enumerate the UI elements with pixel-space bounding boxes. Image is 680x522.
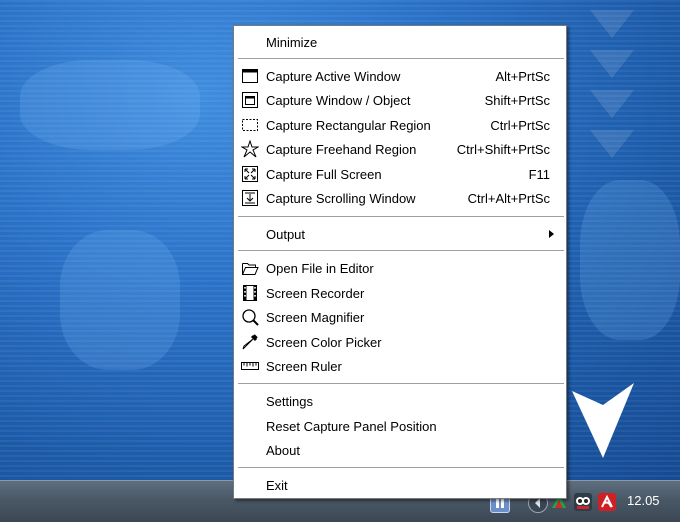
menu-item-label: Capture Window / Object	[266, 93, 411, 108]
menu-item-label: Capture Full Screen	[266, 167, 382, 182]
wallpaper-shape	[20, 60, 200, 150]
menu-separator	[238, 467, 564, 468]
folder-open-icon	[242, 263, 259, 275]
menu-item-label: Screen Color Picker	[266, 335, 382, 350]
menu-item-shortcut: F11	[528, 167, 550, 182]
menu-item-label: About	[266, 443, 300, 458]
capture-context-menu: Minimize Capture Active Window Alt+PrtSc…	[233, 25, 567, 499]
menu-separator	[238, 250, 564, 251]
menu-item-label: Exit	[266, 478, 288, 493]
menu-item-screen-color-picker[interactable]: Screen Color Picker	[236, 331, 564, 353]
submenu-arrow-icon	[549, 230, 554, 238]
menu-item-capture-full-screen[interactable]: Capture Full Screen F11	[236, 163, 564, 185]
menu-item-shortcut: Ctrl+Alt+PrtSc	[467, 191, 550, 206]
wallpaper-arrow	[590, 10, 634, 38]
ruler-icon	[241, 362, 259, 370]
menu-item-capture-active-window[interactable]: Capture Active Window Alt+PrtSc	[236, 65, 564, 87]
menu-item-shortcut: Shift+PrtSc	[484, 93, 550, 108]
menu-item-screen-magnifier[interactable]: Screen Magnifier	[236, 306, 564, 328]
menu-item-output[interactable]: Output	[236, 223, 564, 245]
menu-item-label: Open File in Editor	[266, 261, 374, 276]
film-icon	[243, 285, 257, 301]
menu-item-label: Output	[266, 227, 306, 242]
menu-item-capture-scrolling-window[interactable]: Capture Scrolling Window Ctrl+Alt+PrtSc	[236, 187, 564, 209]
wallpaper-logo-arrow-icon	[572, 383, 634, 458]
menu-item-exit[interactable]: Exit	[236, 474, 564, 496]
menu-item-shortcut: Ctrl+PrtSc	[490, 118, 550, 133]
wallpaper-arrow	[590, 50, 634, 78]
wallpaper-shape	[60, 230, 180, 370]
capture-app-tray-icon[interactable]	[574, 493, 592, 511]
menu-item-label: Reset Capture Panel Position	[266, 419, 437, 434]
menu-separator	[238, 383, 564, 384]
menu-item-capture-freehand-region[interactable]: Capture Freehand Region Ctrl+Shift+PrtSc	[236, 138, 564, 160]
menu-item-shortcut: Ctrl+Shift+PrtSc	[456, 142, 550, 157]
freehand-region-icon	[241, 140, 259, 158]
menu-item-open-file-in-editor[interactable]: Open File in Editor	[236, 257, 564, 279]
menu-item-label: Capture Freehand Region	[266, 142, 417, 157]
menu-item-screen-ruler[interactable]: Screen Ruler	[236, 355, 564, 377]
menu-item-about[interactable]: About	[236, 439, 564, 461]
rectangular-region-icon	[242, 119, 258, 131]
active-window-icon	[242, 69, 258, 83]
menu-item-label: Screen Ruler	[266, 359, 342, 374]
menu-item-label: Screen Magnifier	[266, 310, 365, 325]
menu-item-capture-window-object[interactable]: Capture Window / Object Shift+PrtSc	[236, 89, 564, 111]
wallpaper-arrow	[590, 90, 634, 118]
menu-separator	[238, 216, 564, 217]
menu-item-reset-capture-panel-position[interactable]: Reset Capture Panel Position	[236, 415, 564, 437]
menu-item-label: Capture Scrolling Window	[266, 191, 416, 206]
wallpaper-shape	[580, 180, 680, 340]
antivirus-icon[interactable]	[598, 493, 616, 511]
magnifier-icon	[242, 309, 259, 326]
menu-item-label: Screen Recorder	[266, 286, 365, 301]
menu-item-minimize[interactable]: Minimize	[236, 31, 564, 53]
menu-item-settings[interactable]: Settings	[236, 390, 564, 412]
wallpaper-arrow	[590, 130, 634, 158]
menu-item-shortcut: Alt+PrtSc	[495, 69, 550, 84]
eyedropper-icon	[242, 334, 258, 350]
menu-separator	[238, 58, 564, 59]
taskbar-clock[interactable]: 12.05	[627, 493, 660, 508]
scrolling-window-icon	[242, 190, 258, 206]
full-screen-icon	[242, 166, 258, 182]
menu-item-label: Settings	[266, 394, 313, 409]
menu-item-label: Capture Active Window	[266, 69, 401, 84]
window-object-icon	[242, 92, 258, 108]
menu-item-label: Minimize	[266, 35, 318, 50]
menu-item-capture-rectangular-region[interactable]: Capture Rectangular Region Ctrl+PrtSc	[236, 114, 564, 136]
menu-item-screen-recorder[interactable]: Screen Recorder	[236, 282, 564, 304]
menu-item-label: Capture Rectangular Region	[266, 118, 431, 133]
